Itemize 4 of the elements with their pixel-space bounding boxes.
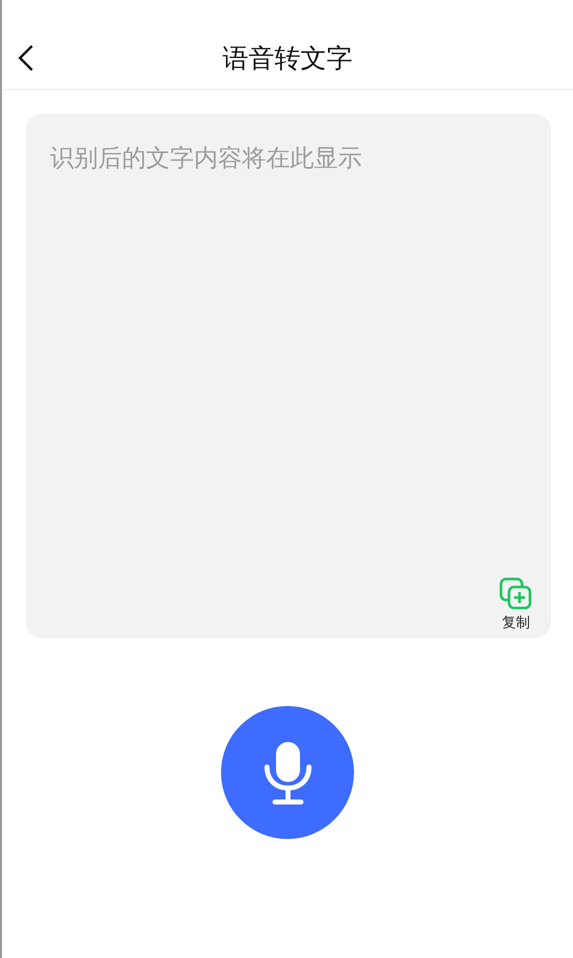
copy-button[interactable]: 复制 [499,577,533,632]
copy-icon [499,577,533,612]
microphone-icon [262,740,312,806]
page-title: 语音转文字 [222,46,352,72]
